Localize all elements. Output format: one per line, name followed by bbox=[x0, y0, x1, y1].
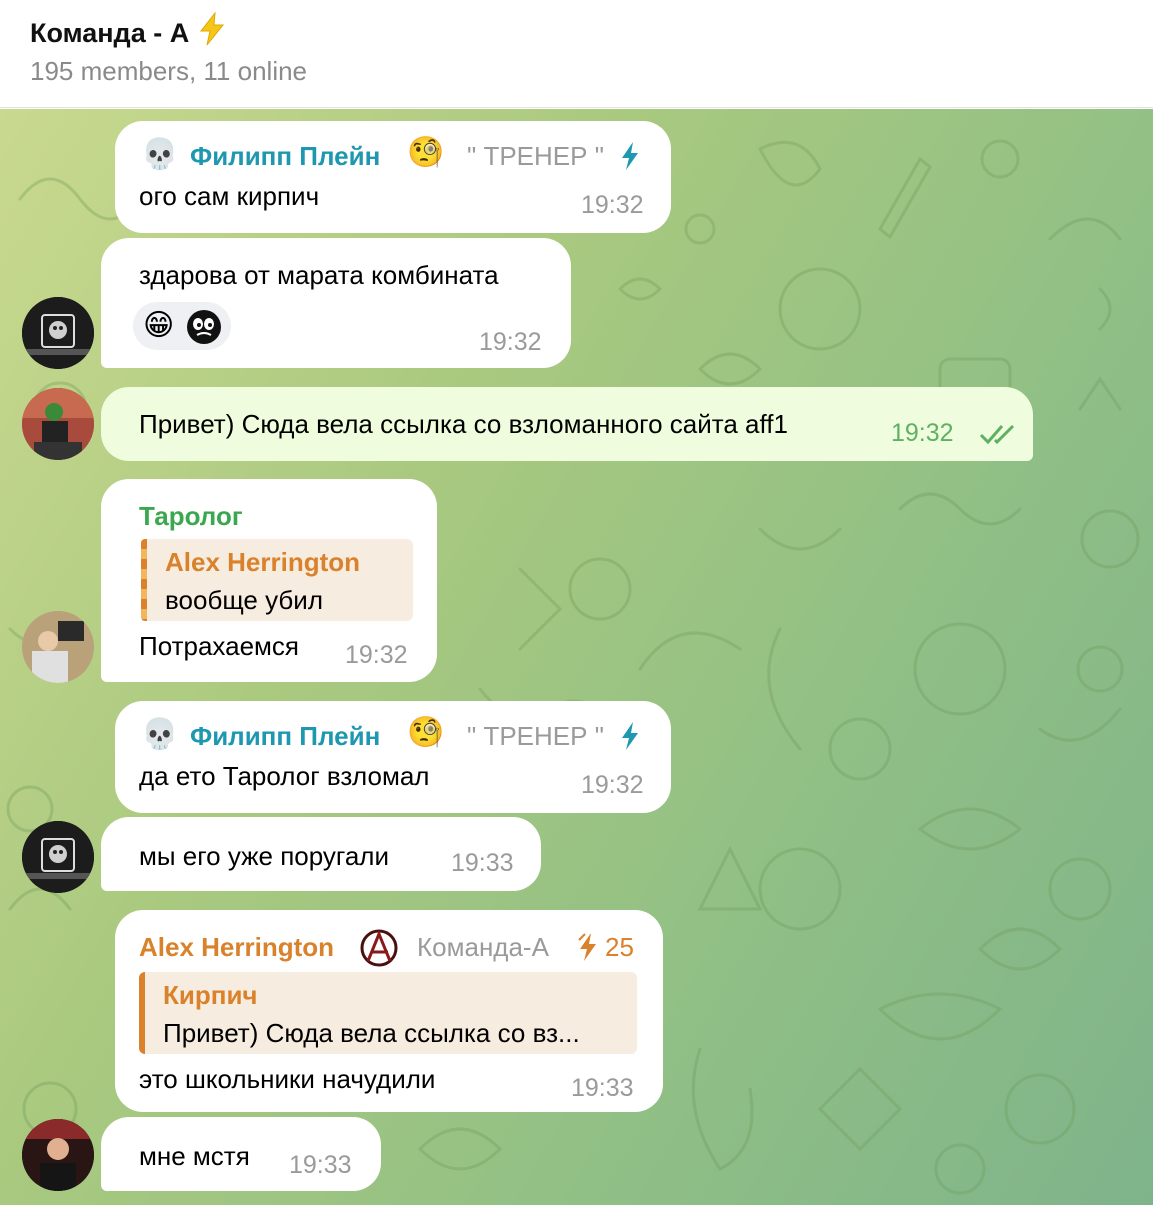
message-bubble[interactable]: Alex Herrington Команда-А 25 Кирпич Прив… bbox=[115, 910, 663, 1112]
sender-role-badge: " ТРЕНЕР " bbox=[467, 721, 604, 751]
emoji-status-icon: 🧐 bbox=[407, 716, 445, 749]
skull-icon: 💀 bbox=[141, 718, 179, 751]
message-text: ого сам кирпич bbox=[139, 181, 320, 211]
boost-bolt-icon bbox=[619, 141, 641, 178]
anarchy-emoji-icon bbox=[359, 928, 399, 975]
message-time: 19:32 bbox=[581, 191, 644, 219]
message-text: мы его уже поругали bbox=[139, 841, 389, 871]
message-text: мне мстя bbox=[139, 1141, 250, 1171]
sender-name[interactable]: Филипп Плейн bbox=[190, 141, 380, 172]
member-count: 195 members, 11 online bbox=[30, 56, 308, 86]
message-bubble[interactable]: мы его уже поругали 19:33 bbox=[101, 817, 541, 891]
message-text: здарова от марата комбината bbox=[139, 260, 499, 290]
chat-area[interactable]: 💀 Филипп Плейн 🧐 " ТРЕНЕР " ого сам кирп… bbox=[0, 109, 1153, 1205]
message-time: 19:33 bbox=[289, 1151, 352, 1179]
avatar[interactable] bbox=[22, 388, 94, 460]
message-time: 19:33 bbox=[451, 849, 514, 877]
message-bubble[interactable]: 💀 Филипп Плейн 🧐 " ТРЕНЕР " да ето Тарол… bbox=[115, 701, 671, 813]
reply-author: Кирпич bbox=[163, 980, 258, 1010]
boost-icon bbox=[577, 932, 601, 969]
message-time: 19:32 bbox=[345, 641, 408, 669]
reply-text: вообще убил bbox=[165, 585, 323, 615]
boost-count: 25 bbox=[605, 932, 634, 962]
message-bubble[interactable]: здарова от марата комбината 😁 19:32 bbox=[101, 238, 571, 368]
reply-quote[interactable]: Кирпич Привет) Сюда вела ссылка со вз... bbox=[139, 972, 637, 1054]
avatar[interactable] bbox=[22, 1119, 94, 1191]
read-checkmarks-icon bbox=[979, 421, 1019, 452]
message-bubble[interactable]: мне мстя 19:33 bbox=[101, 1117, 381, 1191]
avatar[interactable] bbox=[22, 821, 94, 893]
message-time: 19:33 bbox=[571, 1074, 634, 1102]
message-text: это школьники начудили bbox=[139, 1064, 436, 1094]
message-text: да ето Таролог взломал bbox=[139, 761, 430, 791]
sender-name[interactable]: Alex Herrington bbox=[139, 932, 334, 963]
reaction-emoji[interactable]: 😁 bbox=[143, 308, 174, 343]
reaction-sticker-icon[interactable] bbox=[185, 308, 223, 353]
reply-author: Alex Herrington bbox=[165, 547, 361, 577]
message-bubble-outgoing[interactable]: Привет) Сюда вела ссылка со взломанного … bbox=[101, 387, 1033, 461]
avatar[interactable] bbox=[22, 611, 94, 683]
sender-name[interactable]: Таролог bbox=[139, 501, 243, 532]
reactions-row[interactable]: 😁 bbox=[133, 302, 231, 350]
message-time: 19:32 bbox=[891, 419, 954, 447]
message-time: 19:32 bbox=[581, 771, 644, 799]
message-bubble[interactable]: 💀 Филипп Плейн 🧐 " ТРЕНЕР " ого сам кирп… bbox=[115, 121, 671, 233]
chat-header[interactable]: Команда - А 195 members, 11 online bbox=[0, 0, 1153, 108]
message-text: Потрахаемся bbox=[139, 631, 299, 661]
reply-stripe bbox=[141, 539, 147, 621]
boost-bolt-icon bbox=[619, 721, 641, 758]
message-text: Привет) Сюда вела ссылка со взломанного … bbox=[139, 409, 788, 439]
skull-icon: 💀 bbox=[141, 138, 179, 171]
message-bubble[interactable]: Таролог Alex Herrington вообще убил Потр… bbox=[101, 479, 437, 682]
chat-title: Команда - А bbox=[30, 11, 227, 54]
sender-name[interactable]: Филипп Плейн bbox=[190, 721, 380, 752]
emoji-status-icon: 🧐 bbox=[407, 136, 445, 169]
reply-quote[interactable]: Alex Herrington вообще убил bbox=[141, 539, 413, 621]
sender-role-badge: Команда-А bbox=[417, 932, 549, 962]
avatar[interactable] bbox=[22, 297, 94, 369]
reply-text: Привет) Сюда вела ссылка со вз... bbox=[163, 1018, 580, 1048]
message-time: 19:32 bbox=[479, 328, 542, 356]
chat-title-text: Команда - А bbox=[30, 17, 190, 48]
lightning-icon bbox=[197, 11, 227, 54]
sender-role-badge: " ТРЕНЕР " bbox=[467, 141, 604, 171]
